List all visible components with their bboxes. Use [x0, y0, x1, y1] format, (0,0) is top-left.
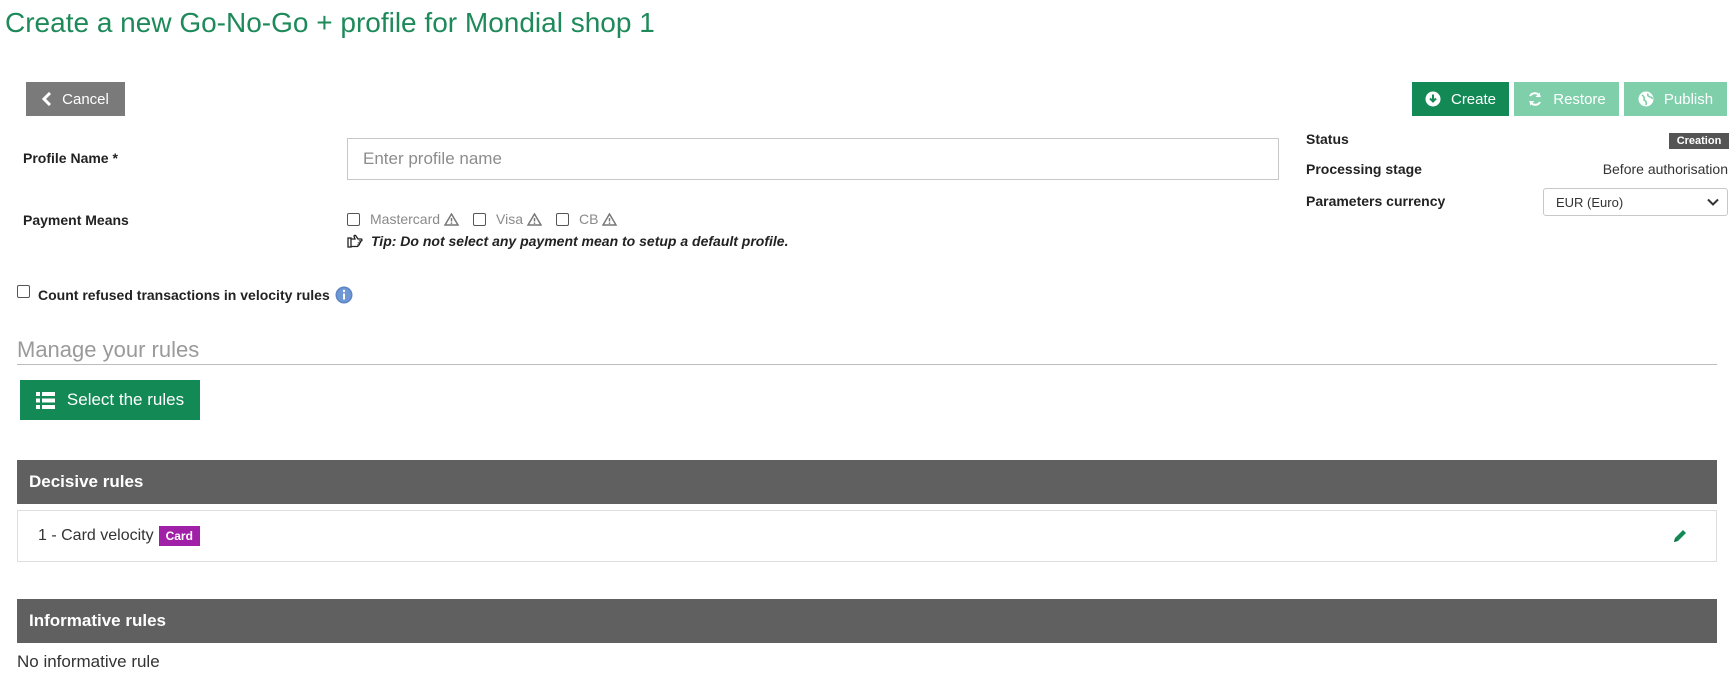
visa-label: Visa [496, 211, 524, 227]
list-icon [35, 391, 55, 409]
refresh-icon [1529, 92, 1542, 106]
cancel-button-label: Cancel [62, 90, 109, 108]
hand-pointing-icon [347, 234, 363, 248]
payment-option-cb[interactable]: CB [556, 211, 618, 227]
info-icon[interactable] [335, 286, 353, 304]
globe-icon [1638, 91, 1654, 107]
informative-rules-header: Informative rules [17, 599, 1717, 643]
payment-option-mastercard[interactable]: Mastercard [347, 211, 460, 227]
list-item: 1 - Card velocity Card [17, 510, 1717, 562]
page-title: Create a new Go-No-Go + profile for Mond… [5, 7, 655, 38]
processing-stage-label: Processing stage [1306, 161, 1422, 177]
currency-select-value: EUR (Euro) [1556, 194, 1624, 210]
manage-rules-heading: Manage your rules [17, 337, 200, 362]
mastercard-checkbox[interactable] [347, 212, 360, 226]
mastercard-label: Mastercard [370, 211, 441, 227]
publish-button-label: Publish [1663, 90, 1714, 108]
payment-means-label: Payment Means [23, 212, 129, 228]
no-informative-rule-text: No informative rule [17, 652, 160, 671]
create-button[interactable]: Create [1412, 82, 1509, 116]
warning-icon [444, 212, 460, 226]
select-rules-button[interactable]: Select the rules [20, 380, 200, 420]
required-mark: * [112, 150, 118, 166]
download-circle-icon [1425, 91, 1441, 107]
warning-icon [527, 212, 543, 226]
currency-select[interactable]: EUR (Euro) [1543, 188, 1728, 216]
publish-button[interactable]: Publish [1624, 82, 1727, 116]
decisive-rules-title: Decisive rules [29, 472, 144, 491]
payment-option-visa[interactable]: Visa [473, 211, 543, 227]
warning-icon [602, 212, 618, 226]
processing-stage-value: Before authorisation [1602, 161, 1728, 177]
select-rules-label: Select the rules [66, 390, 185, 409]
cb-label: CB [579, 211, 599, 227]
pencil-icon[interactable] [1672, 528, 1688, 544]
restore-button[interactable]: Restore [1514, 82, 1619, 116]
chevron-down-icon [1707, 198, 1719, 206]
tip-text: Tip: Do not select any payment mean to s… [371, 233, 789, 249]
payment-means-tip: Tip: Do not select any payment mean to s… [347, 233, 788, 249]
chevron-left-icon [42, 92, 52, 106]
visa-checkbox[interactable] [473, 212, 487, 226]
status-label: Status [1306, 131, 1349, 147]
cb-checkbox[interactable] [556, 212, 570, 226]
rule-tag-badge: Card [158, 526, 200, 546]
payment-means-options: Mastercard Visa CB [347, 211, 631, 227]
profile-name-label-text: Profile Name [23, 150, 109, 166]
count-refused-checkbox[interactable] [17, 284, 30, 298]
status-badge: Creation [1669, 133, 1729, 149]
profile-name-input[interactable] [347, 138, 1279, 180]
profile-name-label: Profile Name * [23, 150, 118, 166]
currency-label: Parameters currency [1306, 193, 1446, 209]
restore-button-label: Restore [1553, 90, 1606, 108]
cancel-button[interactable]: Cancel [26, 82, 125, 116]
count-refused-option[interactable]: Count refused transactions in velocity r… [17, 284, 353, 304]
informative-rules-title: Informative rules [29, 611, 166, 630]
rule-label: 1 - Card velocity [38, 527, 154, 544]
count-refused-label: Count refused transactions in velocity r… [38, 287, 330, 303]
decisive-rules-header: Decisive rules [17, 460, 1717, 504]
section-divider [17, 364, 1717, 365]
create-button-label: Create [1450, 90, 1497, 108]
